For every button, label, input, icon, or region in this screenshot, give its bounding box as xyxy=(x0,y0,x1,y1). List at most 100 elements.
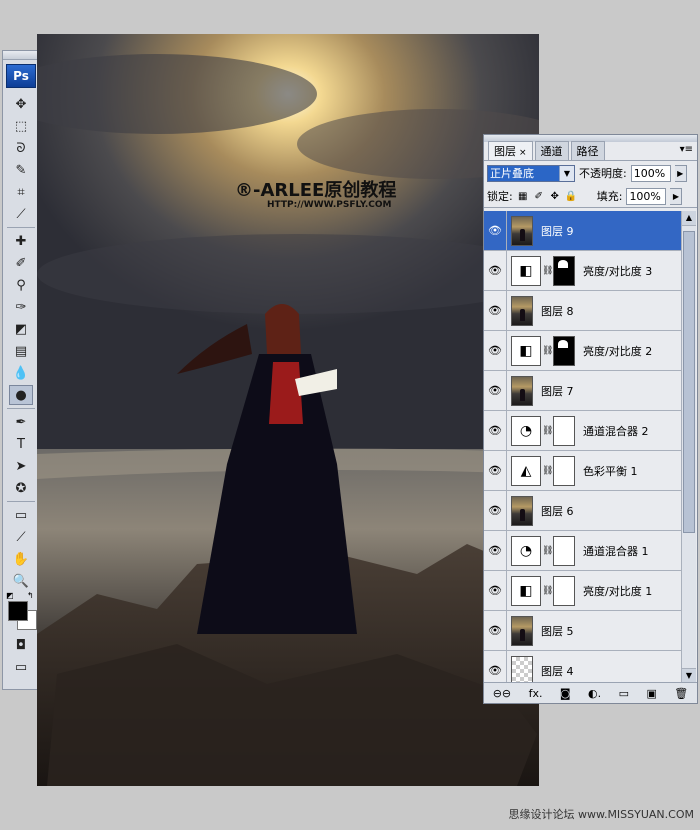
blend-mode-select[interactable]: 正片叠底 ▼ xyxy=(487,164,575,182)
tools-panel-grip[interactable] xyxy=(3,51,39,60)
link-layers-icon[interactable]: ⊖⊖ xyxy=(493,687,511,700)
visibility-eye-icon[interactable]: 👁 xyxy=(484,291,507,330)
layer-thumbnail[interactable] xyxy=(511,655,533,683)
gradient-tool-icon[interactable]: ▤ xyxy=(9,341,33,361)
visibility-eye-icon[interactable]: 👁 xyxy=(484,491,507,530)
marquee-tool-icon[interactable]: ⬚ xyxy=(9,116,33,136)
clone-stamp-tool-icon[interactable]: ⚲ xyxy=(9,275,33,295)
visibility-eye-icon[interactable]: 👁 xyxy=(484,331,507,370)
layer-row[interactable]: 👁 图层 5 xyxy=(484,611,683,651)
layer-thumbnail[interactable] xyxy=(511,615,533,646)
channel-mixer-icon[interactable]: ◔ xyxy=(511,415,541,446)
channel-mixer-icon[interactable]: ◔ xyxy=(511,535,541,566)
layer-mask-thumbnail[interactable] xyxy=(553,455,575,486)
layer-mask-thumbnail[interactable] xyxy=(553,335,575,366)
shape-tool-icon[interactable]: ✪ xyxy=(9,478,33,498)
mask-link-icon[interactable]: ⛓ xyxy=(542,266,553,276)
visibility-eye-icon[interactable]: 👁 xyxy=(484,571,507,610)
panel-menu-icon[interactable]: ▾≡ xyxy=(680,144,693,155)
close-icon[interactable]: × xyxy=(519,148,527,158)
type-tool-icon[interactable]: T xyxy=(9,434,33,454)
lasso-tool-icon[interactable]: ᘐ xyxy=(9,138,33,158)
visibility-eye-icon[interactable]: 👁 xyxy=(484,251,507,290)
mask-link-icon[interactable]: ⛓ xyxy=(542,466,553,476)
layer-row[interactable]: 👁 ◔ ⛓ 通道混合器 2 xyxy=(484,411,683,451)
quick-select-tool-icon[interactable]: ✎ xyxy=(9,160,33,180)
layer-mask-thumbnail[interactable] xyxy=(553,415,575,446)
layer-thumbnail[interactable] xyxy=(511,295,533,326)
lock-image-icon[interactable]: ✐ xyxy=(533,190,545,202)
scroll-up-icon[interactable]: ▲ xyxy=(682,211,696,226)
lock-position-icon[interactable]: ✥ xyxy=(549,190,561,202)
layer-row[interactable]: 👁 图层 9 xyxy=(484,211,683,251)
delete-layer-icon[interactable]: 🗑 xyxy=(674,687,688,700)
mask-link-icon[interactable]: ⛓ xyxy=(542,346,553,356)
mask-link-icon[interactable]: ⛓ xyxy=(542,586,553,596)
visibility-eye-icon[interactable]: 👁 xyxy=(484,451,507,490)
layer-row[interactable]: 👁 ◧ ⛓ 亮度/对比度 2 xyxy=(484,331,683,371)
hand-tool-icon[interactable]: ✋ xyxy=(9,549,33,569)
visibility-eye-icon[interactable]: 👁 xyxy=(484,651,507,683)
mask-link-icon[interactable]: ⛓ xyxy=(542,426,553,436)
scrollbar-thumb[interactable] xyxy=(683,231,695,533)
eraser-tool-icon[interactable]: ◩ xyxy=(9,319,33,339)
layer-row[interactable]: 👁 ◧ ⛓ 亮度/对比度 1 xyxy=(484,571,683,611)
pen-tool-icon[interactable]: ✒ xyxy=(9,412,33,432)
visibility-eye-icon[interactable]: 👁 xyxy=(484,611,507,650)
notes-tool-icon[interactable]: ▭ xyxy=(9,505,33,525)
move-tool-icon[interactable]: ✥ xyxy=(9,94,33,114)
layer-thumbnail[interactable] xyxy=(511,215,533,246)
layer-thumbnail[interactable] xyxy=(511,495,533,526)
fill-input[interactable]: 100% xyxy=(626,187,667,205)
add-mask-icon[interactable]: ◙ xyxy=(560,687,571,700)
opacity-input[interactable]: 100% xyxy=(630,164,671,182)
layer-row[interactable]: 👁 图层 6 xyxy=(484,491,683,531)
healing-brush-tool-icon[interactable]: ✚ xyxy=(9,231,33,251)
screen-mode-icon[interactable]: ▭ xyxy=(9,657,33,677)
color-balance-icon[interactable]: ◭ xyxy=(511,455,541,486)
blur-tool-icon[interactable]: 💧 xyxy=(9,363,33,383)
mask-link-icon[interactable]: ⛓ xyxy=(542,546,553,556)
new-group-icon[interactable]: ▭ xyxy=(619,687,629,700)
layer-mask-thumbnail[interactable] xyxy=(553,535,575,566)
swap-colors-icon[interactable]: ↰ xyxy=(27,591,34,600)
layer-row[interactable]: 👁 图层 4 xyxy=(484,651,683,683)
visibility-eye-icon[interactable]: 👁 xyxy=(484,371,507,410)
layer-row[interactable]: 👁 图层 7 xyxy=(484,371,683,411)
layer-mask-thumbnail[interactable] xyxy=(553,575,575,606)
fill-slider-arrow-icon[interactable]: ▶ xyxy=(670,187,683,205)
visibility-eye-icon[interactable]: 👁 xyxy=(484,531,507,570)
document-canvas[interactable]: ®-ARLEE原创教程 HTTP://WWW.PSFLY.COM xyxy=(37,34,539,786)
crop-tool-icon[interactable]: ⌗ xyxy=(9,182,33,202)
zoom-tool-icon[interactable]: 🔍 xyxy=(9,571,33,591)
eyedropper-tool-icon[interactable]: ⟋ xyxy=(9,527,33,547)
brush-tool-icon[interactable]: ✐ xyxy=(9,253,33,273)
layer-mask-thumbnail[interactable] xyxy=(553,255,575,286)
brightness-contrast-icon[interactable]: ◧ xyxy=(511,335,541,366)
quick-mask-icon[interactable]: ◘ xyxy=(9,635,33,655)
layers-scrollbar[interactable]: ▲ ▼ xyxy=(681,211,696,683)
visibility-eye-icon[interactable]: 👁 xyxy=(484,211,507,250)
brightness-contrast-icon[interactable]: ◧ xyxy=(511,255,541,286)
default-colors-icon[interactable]: ◩ xyxy=(6,591,14,600)
dodge-tool-icon[interactable]: ● xyxy=(9,385,33,405)
path-select-tool-icon[interactable]: ➤ xyxy=(9,456,33,476)
foreground-color[interactable] xyxy=(8,601,28,621)
new-layer-icon[interactable]: ▣ xyxy=(646,687,656,700)
adjustment-layer-icon[interactable]: ◐. xyxy=(588,687,601,700)
fx-icon[interactable]: fx. xyxy=(529,687,543,700)
layer-row[interactable]: 👁 图层 8 xyxy=(484,291,683,331)
eyedropper-slice-tool-icon[interactable]: ⟋ xyxy=(9,204,33,224)
layer-row[interactable]: 👁 ◔ ⛓ 通道混合器 1 xyxy=(484,531,683,571)
brightness-contrast-icon[interactable]: ◧ xyxy=(511,575,541,606)
opacity-slider-arrow-icon[interactable]: ▶ xyxy=(674,164,687,182)
visibility-eye-icon[interactable]: 👁 xyxy=(484,411,507,450)
lock-transparency-icon[interactable]: ▦ xyxy=(517,190,529,202)
tab-layers[interactable]: 图层 × xyxy=(488,141,533,160)
tab-paths[interactable]: 路径 xyxy=(570,141,605,160)
tab-channels[interactable]: 通道 xyxy=(534,141,569,160)
history-brush-tool-icon[interactable]: ✑ xyxy=(9,297,33,317)
layer-row[interactable]: 👁 ◧ ⛓ 亮度/对比度 3 xyxy=(484,251,683,291)
lock-all-icon[interactable]: 🔒 xyxy=(565,190,577,202)
layer-row[interactable]: 👁 ◭ ⛓ 色彩平衡 1 xyxy=(484,451,683,491)
